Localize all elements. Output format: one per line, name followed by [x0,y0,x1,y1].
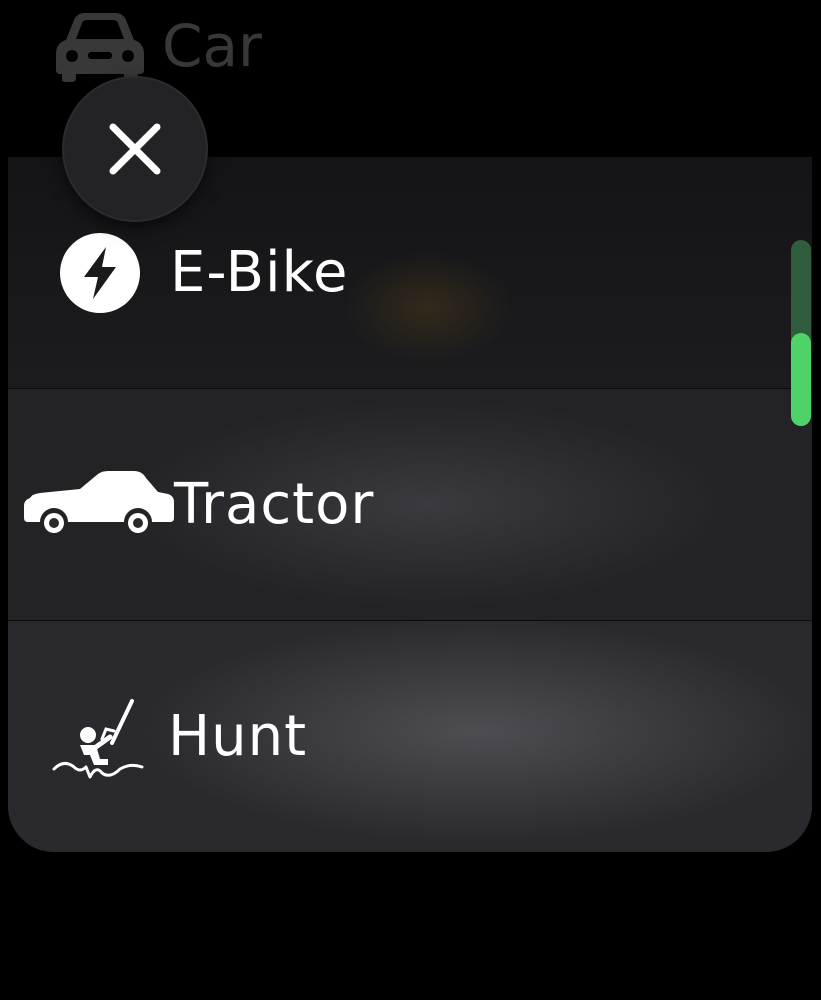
activity-list: E-Bike Tractor Hunt [8,157,812,852]
pickup-truck-icon [22,470,174,540]
header-label: Car [162,12,262,80]
list-item-tractor[interactable]: Tractor [8,389,812,620]
hunter-icon [50,689,146,785]
header-car-row: Car [50,8,262,84]
close-button[interactable] [64,78,206,220]
list-item-hunt[interactable]: Hunt [8,621,812,852]
car-icon [50,10,150,82]
list-item-label: Hunt [168,704,308,769]
scroll-indicator-thumb[interactable] [791,333,811,426]
lightning-bolt-icon [60,232,140,313]
close-icon [107,121,163,177]
list-item-label: E-Bike [170,240,349,305]
list-item-label: Tractor [174,472,375,537]
scroll-indicator[interactable] [791,240,811,426]
